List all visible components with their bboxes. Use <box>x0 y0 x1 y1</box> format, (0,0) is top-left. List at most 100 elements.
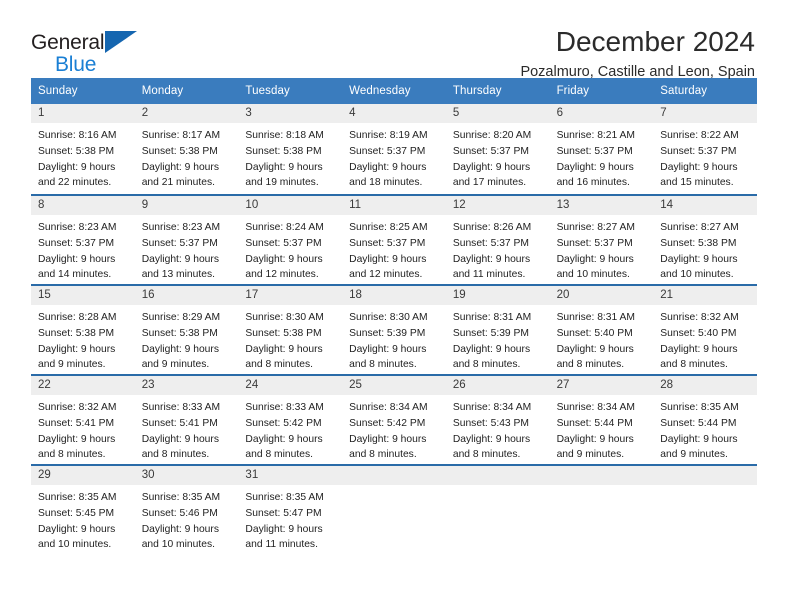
day-number: 7 <box>653 104 757 124</box>
day-number <box>549 466 654 486</box>
day-number: 12 <box>445 196 550 216</box>
day-detail-line: and 12 minutes. <box>245 269 319 281</box>
day-detail-line: Sunset: 5:41 PM <box>38 418 115 430</box>
day-cell[interactable]: 28 Sunrise: 8:35 AM Sunset: 5:44 PM Dayligh… <box>653 376 757 465</box>
day-cell[interactable]: 3 Sunrise: 8:18 AM Sunset: 5:38 PM Daylight… <box>238 104 343 195</box>
day-number: 19 <box>445 286 550 306</box>
day-cell[interactable]: 17 Sunrise: 8:30 AM Sunset: 5:38 PM Dayligh… <box>238 286 343 375</box>
day-cell[interactable]: 11 Sunrise: 8:25 AM Sunset: 5:37 PM Dayligh… <box>342 196 446 285</box>
day-number: 27 <box>549 376 654 396</box>
day-detail-line: Sunset: 5:40 PM <box>556 328 633 340</box>
day-number: 2 <box>134 104 239 124</box>
day-detail-line: and 8 minutes. <box>38 449 106 461</box>
day-detail-line: and 13 minutes. <box>141 269 215 281</box>
day-cell[interactable]: 30 Sunrise: 8:35 AM Sunset: 5:46 PM Dayligh… <box>134 466 239 555</box>
day-cell[interactable]: 14 Sunrise: 8:27 AM Sunset: 5:38 PM Dayligh… <box>653 196 757 285</box>
day-cell[interactable]: 21 Sunrise: 8:32 AM Sunset: 5:40 PM Dayligh… <box>653 286 757 375</box>
logo-text-blue: Blue <box>55 53 97 76</box>
day-details <box>446 485 550 490</box>
day-cell[interactable]: 29 Sunrise: 8:35 AM Sunset: 5:45 PM Dayligh… <box>31 466 135 555</box>
day-details: Sunrise: 8:32 AM Sunset: 5:40 PM Daylight:… <box>653 305 757 373</box>
day-detail-line: Daylight: 9 hours <box>245 161 323 173</box>
day-cell[interactable]: 6 Sunrise: 8:21 AM Sunset: 5:37 PM Daylight… <box>549 104 654 195</box>
day-detail-line: and 9 minutes. <box>141 359 210 371</box>
logo-triangle-icon <box>105 31 137 53</box>
day-details: Sunrise: 8:25 AM Sunset: 5:37 PM Daylight:… <box>342 215 446 283</box>
calendar-week-row: 1 Sunrise: 8:16 AM Sunset: 5:38 PM Daylight… <box>31 104 757 195</box>
day-number: 11 <box>342 196 446 216</box>
day-cell[interactable]: 20 Sunrise: 8:31 AM Sunset: 5:40 PM Dayligh… <box>549 286 654 375</box>
day-number: 31 <box>238 466 343 486</box>
day-cell[interactable]: 8 Sunrise: 8:23 AM Sunset: 5:37 PM Daylight… <box>31 196 135 285</box>
day-details: Sunrise: 8:23 AM Sunset: 5:37 PM Daylight:… <box>31 215 135 283</box>
day-cell[interactable]: 5 Sunrise: 8:20 AM Sunset: 5:37 PM Daylight… <box>445 104 550 195</box>
day-detail-line: and 16 minutes. <box>556 177 630 189</box>
day-number: 5 <box>445 104 550 124</box>
day-cell[interactable]: 2 Sunrise: 8:17 AM Sunset: 5:38 PM Daylight… <box>134 104 239 195</box>
day-detail-line: Sunset: 5:37 PM <box>452 238 529 250</box>
day-detail-line: Sunrise: 8:32 AM <box>38 402 117 414</box>
day-cell[interactable]: 4 Sunrise: 8:19 AM Sunset: 5:37 PM Daylight… <box>342 104 446 195</box>
day-cell[interactable]: 18 Sunrise: 8:30 AM Sunset: 5:39 PM Dayligh… <box>342 286 446 375</box>
day-detail-line: Daylight: 9 hours <box>660 343 738 355</box>
day-detail-line: Daylight: 9 hours <box>38 253 116 265</box>
day-detail-line: Daylight: 9 hours <box>141 433 219 445</box>
day-cell[interactable]: 10 Sunrise: 8:24 AM Sunset: 5:37 PM Dayligh… <box>238 196 343 285</box>
day-number: 10 <box>238 196 343 216</box>
day-details: Sunrise: 8:35 AM Sunset: 5:45 PM Daylight:… <box>31 485 135 553</box>
day-details: Sunrise: 8:33 AM Sunset: 5:41 PM Daylight:… <box>135 395 239 463</box>
day-details: Sunrise: 8:18 AM Sunset: 5:38 PM Daylight:… <box>238 123 342 191</box>
weekday-header-thursday: Thursday <box>452 85 502 97</box>
day-cell[interactable]: 13 Sunrise: 8:27 AM Sunset: 5:37 PM Dayligh… <box>549 196 654 285</box>
day-cell[interactable]: 12 Sunrise: 8:26 AM Sunset: 5:37 PM Dayligh… <box>445 196 550 285</box>
day-details: Sunrise: 8:34 AM Sunset: 5:44 PM Daylight:… <box>550 395 654 463</box>
day-detail-line: and 10 minutes. <box>38 539 112 551</box>
day-detail-line: Sunset: 5:39 PM <box>452 328 529 340</box>
day-detail-line: Sunrise: 8:33 AM <box>141 402 221 414</box>
day-details: Sunrise: 8:29 AM Sunset: 5:38 PM Daylight:… <box>135 305 239 373</box>
day-cell[interactable]: 16 Sunrise: 8:29 AM Sunset: 5:38 PM Dayligh… <box>134 286 239 375</box>
day-detail-line: Sunrise: 8:33 AM <box>245 402 324 414</box>
day-cell[interactable]: 31 Sunrise: 8:35 AM Sunset: 5:47 PM Dayligh… <box>238 466 343 555</box>
day-detail-line: and 19 minutes. <box>245 177 319 189</box>
day-details: Sunrise: 8:33 AM Sunset: 5:42 PM Daylight:… <box>238 395 342 463</box>
day-detail-line: Daylight: 9 hours <box>349 253 427 265</box>
day-detail-line: Sunrise: 8:20 AM <box>452 130 532 142</box>
day-number: 6 <box>549 104 654 124</box>
day-cell[interactable]: 9 Sunrise: 8:23 AM Sunset: 5:37 PM Daylight… <box>134 196 239 285</box>
day-detail-line: Daylight: 9 hours <box>349 433 427 445</box>
day-detail-line: Daylight: 9 hours <box>452 253 531 265</box>
day-cell[interactable]: 22 Sunrise: 8:32 AM Sunset: 5:41 PM Dayligh… <box>31 376 135 465</box>
day-detail-line: Daylight: 9 hours <box>660 433 738 445</box>
day-details: Sunrise: 8:20 AM Sunset: 5:37 PM Daylight:… <box>446 123 550 191</box>
day-number: 1 <box>31 104 135 124</box>
day-details: Sunrise: 8:23 AM Sunset: 5:37 PM Daylight:… <box>135 215 239 283</box>
day-detail-line: and 11 minutes. <box>452 269 526 281</box>
day-detail-line: and 8 minutes. <box>141 449 210 461</box>
day-cell[interactable]: 24 Sunrise: 8:33 AM Sunset: 5:42 PM Dayligh… <box>238 376 343 465</box>
day-detail-line: Sunset: 5:38 PM <box>660 238 737 250</box>
day-number: 25 <box>342 376 446 396</box>
day-detail-line: Daylight: 9 hours <box>660 253 738 265</box>
day-cell[interactable]: 7 Sunrise: 8:22 AM Sunset: 5:37 PM Daylight… <box>653 104 757 195</box>
day-cell[interactable]: 15 Sunrise: 8:28 AM Sunset: 5:38 PM Dayligh… <box>31 286 135 375</box>
day-cell[interactable]: 19 Sunrise: 8:31 AM Sunset: 5:39 PM Dayligh… <box>445 286 550 375</box>
day-number: 30 <box>134 466 239 486</box>
day-number: 16 <box>134 286 239 306</box>
day-detail-line: Sunset: 5:37 PM <box>349 238 426 250</box>
day-detail-line: Sunrise: 8:34 AM <box>452 402 532 414</box>
day-cell[interactable]: 23 Sunrise: 8:33 AM Sunset: 5:41 PM Dayligh… <box>134 376 239 465</box>
day-details: Sunrise: 8:21 AM Sunset: 5:37 PM Daylight:… <box>550 123 654 191</box>
title-block: December 2024 Pozalmuro, Castille and Le… <box>151 26 757 82</box>
day-cell[interactable]: 1 Sunrise: 8:16 AM Sunset: 5:38 PM Daylight… <box>31 104 135 195</box>
day-cell[interactable]: 27 Sunrise: 8:34 AM Sunset: 5:44 PM Dayligh… <box>549 376 654 465</box>
general-blue-logo: General Blue <box>31 26 151 78</box>
day-detail-line: Daylight: 9 hours <box>245 523 323 535</box>
day-details: Sunrise: 8:28 AM Sunset: 5:38 PM Daylight:… <box>31 305 135 373</box>
day-number: 28 <box>653 376 757 396</box>
day-details: Sunrise: 8:19 AM Sunset: 5:37 PM Daylight:… <box>342 123 446 191</box>
day-cell[interactable]: 25 Sunrise: 8:34 AM Sunset: 5:42 PM Dayligh… <box>342 376 446 465</box>
day-detail-line: Sunset: 5:43 PM <box>452 418 529 430</box>
day-cell[interactable]: 26 Sunrise: 8:34 AM Sunset: 5:43 PM Dayligh… <box>445 376 550 465</box>
day-detail-line: Daylight: 9 hours <box>245 343 323 355</box>
